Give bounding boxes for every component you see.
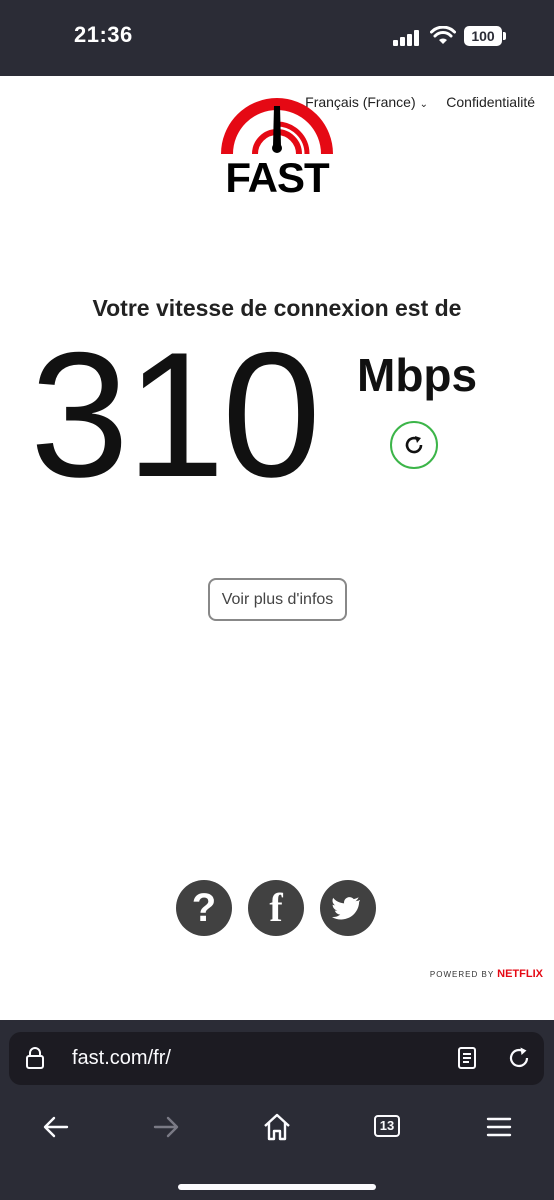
forward-arrow-icon[interactable] [150,1112,182,1142]
powered-by-label: POWERED BY [429,970,495,979]
url-text[interactable]: fast.com/fr/ [72,1047,171,1070]
tabs-button[interactable]: 13 [372,1112,404,1142]
chevron-down-icon: ⌄ [419,99,428,110]
facebook-share-button[interactable]: f [248,880,304,936]
refresh-icon [405,436,423,454]
twitter-icon [332,897,360,920]
hamburger-menu-icon[interactable] [483,1112,515,1142]
wifi-icon [430,26,456,44]
home-indicator [178,1184,376,1190]
battery-tip [503,32,506,40]
reload-icon[interactable] [506,1045,532,1071]
logo-text: FAST [225,154,329,201]
tab-count-icon: 13 [374,1115,400,1137]
question-mark-icon: ? [191,886,217,930]
rerun-test-button[interactable] [390,421,438,469]
privacy-link[interactable]: Confidentialité [446,94,535,110]
reader-view-icon[interactable] [457,1046,477,1070]
more-info-button[interactable]: Voir plus d'infos [208,578,347,621]
back-arrow-icon[interactable] [40,1112,72,1142]
twitter-share-button[interactable] [320,880,376,936]
address-bar[interactable]: fast.com/fr/ [9,1032,544,1085]
netflix-brand: NETFLIX [497,968,543,980]
web-page: Français (France) ⌄ Confidentialité FAST … [0,76,554,1020]
lock-icon[interactable] [25,1046,45,1070]
help-button[interactable]: ? [176,880,232,936]
speed-unit: Mbps [357,349,478,401]
cellular-signal-icon [393,30,421,46]
home-icon[interactable] [261,1112,293,1142]
powered-by-netflix[interactable]: POWERED BY NETFLIX [430,968,543,980]
fast-logo[interactable]: FAST [219,96,335,201]
status-time: 21:36 [74,22,133,47]
status-bar: 21:36 100 [0,0,554,76]
facebook-icon: f [269,885,283,930]
browser-toolbar: fast.com/fr/ 13 [0,1020,554,1200]
battery-icon: 100 [464,26,502,46]
speed-value: 310 [30,315,321,514]
speedometer-icon [221,98,333,155]
